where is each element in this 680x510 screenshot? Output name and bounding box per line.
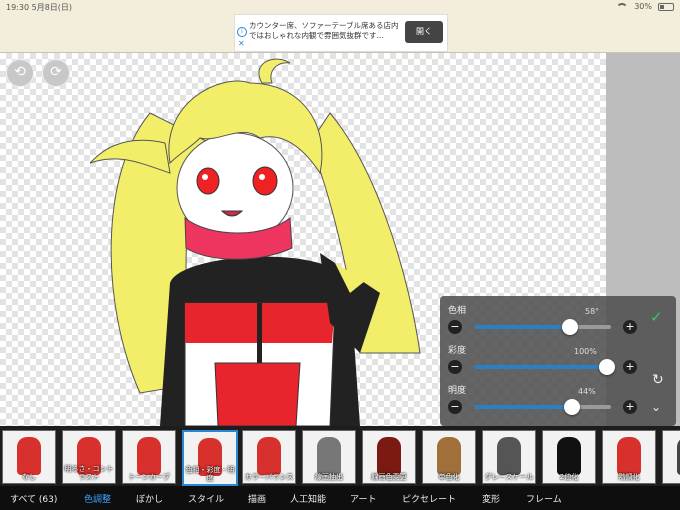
battery-percent: 30%: [634, 2, 652, 11]
category-tab[interactable]: 色調整: [84, 492, 111, 505]
hue-slider-thumb[interactable]: [562, 319, 579, 335]
brightness-minus-button[interactable]: −: [448, 400, 462, 414]
filter-thumbnail[interactable]: なし: [2, 430, 56, 484]
filter-preview-image: [317, 437, 341, 475]
filter-preview-image: [257, 437, 281, 475]
wifi-icon: [616, 2, 629, 11]
ad-open-button[interactable]: 開く: [405, 21, 443, 43]
chevron-down-icon[interactable]: ⌄: [651, 400, 661, 414]
ad-close-icon[interactable]: ✕: [238, 39, 245, 48]
filter-preview-image: [437, 437, 461, 475]
filter-label: 2値化: [559, 473, 579, 481]
check-icon[interactable]: ✓: [650, 308, 663, 326]
category-tab[interactable]: フレーム: [526, 492, 562, 505]
battery-icon: [658, 2, 674, 11]
filter-label: 階調化: [618, 473, 640, 481]
category-tab[interactable]: 描画: [248, 492, 266, 505]
filter-thumbnail[interactable]: 明るさ・コントラスト: [62, 430, 116, 484]
filter-label: カラーバランス: [244, 473, 294, 481]
hue-plus-button[interactable]: +: [623, 320, 637, 334]
filter-thumbnail-strip: なし 明るさ・コントラストトーンカーブ 色相・彩度・明度 カラーバランス 線画抽出 線画色…: [0, 426, 680, 486]
filter-thumbnail[interactable]: トーンカーブ: [122, 430, 176, 484]
ad-text: カウンター席、ソファーテーブル席ある店内ではおしゃれな内観で雰囲気抜群です…: [249, 21, 399, 40]
category-tab[interactable]: ピクセレート: [402, 492, 456, 505]
category-tab[interactable]: 人工知能: [290, 492, 326, 505]
filter-preview-image: [17, 437, 41, 475]
ad-info-icon[interactable]: i: [237, 27, 247, 37]
brightness-value: 44%: [578, 387, 596, 396]
undo-button[interactable]: ⟲: [6, 59, 34, 87]
category-tab[interactable]: スタイル: [188, 492, 224, 505]
filter-preview-image: [137, 437, 161, 475]
filter-thumbnail[interactable]: グ: [662, 430, 680, 484]
filter-label: グ: [663, 473, 680, 481]
status-time: 19:30 5月8日(日): [6, 3, 73, 12]
brightness-slider-fill: [475, 405, 572, 409]
hue-minus-button[interactable]: −: [448, 320, 462, 334]
filter-thumbnail[interactable]: 線画抽出: [302, 430, 356, 484]
filter-preview-image: [617, 437, 641, 475]
saturation-minus-button[interactable]: −: [448, 360, 462, 374]
hue-value: 58°: [585, 307, 600, 316]
saturation-slider-fill: [475, 365, 607, 369]
filter-label: 単色化: [438, 473, 460, 481]
filter-thumbnail[interactable]: カラーバランス: [242, 430, 296, 484]
ad-banner[interactable]: i ✕ カウンター席、ソファーテーブル席ある店内ではおしゃれな内観で雰囲気抜群で…: [234, 14, 448, 52]
filter-label: なし: [22, 473, 36, 481]
filter-thumbnail[interactable]: 線画色変更: [362, 430, 416, 484]
brightness-slider-thumb[interactable]: [563, 399, 580, 415]
redo-button[interactable]: ⟳: [42, 59, 70, 87]
saturation-plus-button[interactable]: +: [623, 360, 637, 374]
filter-label: グレースケール: [484, 473, 534, 481]
hue-slider-fill: [475, 325, 571, 329]
filter-preview-image: [377, 437, 401, 475]
filter-label: 線画抽出: [315, 473, 343, 481]
hue-saturation-panel: 色相 58° − + 彩度 100% − + 明度 44% − + ✓ ↻ ⌄: [440, 296, 676, 426]
brightness-plus-button[interactable]: +: [623, 400, 637, 414]
status-bar: 19:30 5月8日(日) 30%: [0, 0, 680, 14]
brightness-slider[interactable]: [475, 399, 611, 415]
saturation-slider-thumb[interactable]: [598, 359, 615, 375]
filter-preview-image: [497, 437, 521, 475]
category-tab[interactable]: すべて (63): [10, 492, 57, 505]
filter-preview-image: [557, 437, 581, 475]
hue-label: 色相: [448, 306, 467, 316]
filter-category-bar: すべて (63) 色調整 ぼかし スタイル 描画 人工知能 アート ピクセレート 変形 フレーム: [0, 486, 680, 510]
brightness-label: 明度: [448, 386, 467, 396]
filter-thumbnail[interactable]: 色相・彩度・明度: [182, 430, 238, 486]
hue-slider[interactable]: [475, 319, 611, 335]
filter-thumbnail[interactable]: 2値化: [542, 430, 596, 484]
filter-label: 線画色変更: [371, 473, 407, 481]
category-tab[interactable]: ぼかし: [136, 492, 163, 505]
category-tab[interactable]: アート: [350, 492, 376, 505]
filter-thumbnail[interactable]: 階調化: [602, 430, 656, 484]
category-tab[interactable]: 変形: [482, 492, 500, 505]
filter-label: 色相・彩度・明度: [185, 466, 235, 482]
filter-thumbnail[interactable]: 単色化: [422, 430, 476, 484]
filter-label: 明るさ・コントラスト: [64, 465, 114, 481]
saturation-slider[interactable]: [475, 359, 615, 375]
filter-thumbnail[interactable]: グレースケール: [482, 430, 536, 484]
ad-banner-area: i ✕ カウンター席、ソファーテーブル席ある店内ではおしゃれな内観で雰囲気抜群で…: [0, 14, 680, 53]
saturation-value: 100%: [574, 347, 597, 356]
reset-icon[interactable]: ↻: [652, 372, 664, 388]
filter-label: トーンカーブ: [128, 473, 170, 481]
saturation-label: 彩度: [448, 346, 467, 356]
